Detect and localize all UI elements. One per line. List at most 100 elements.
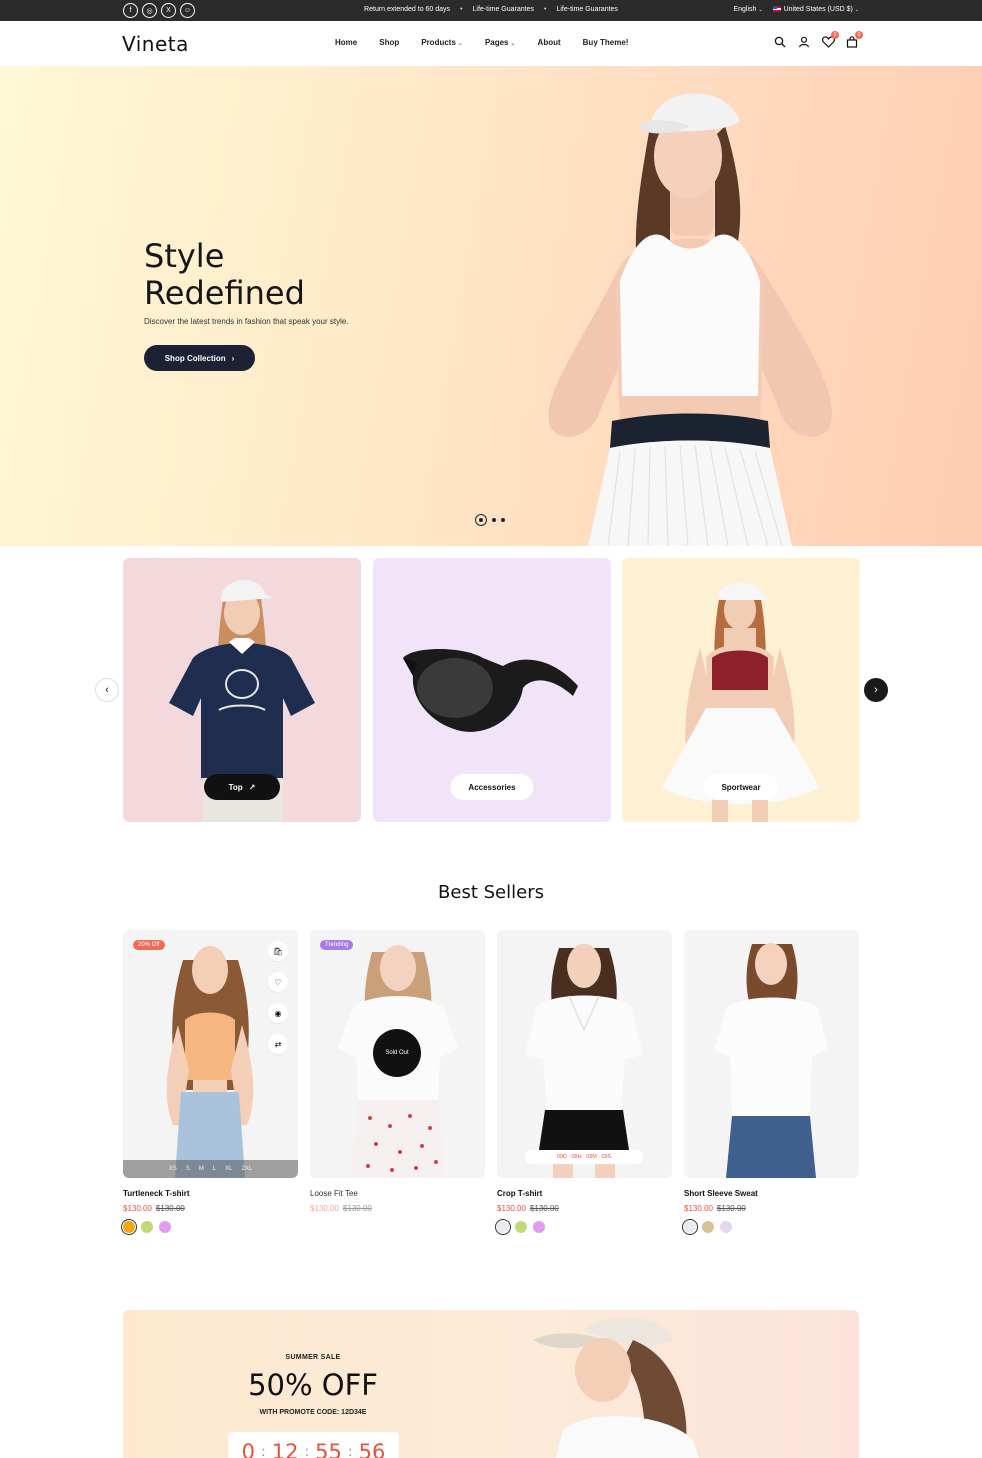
size-list: XS S M L XL 2XL <box>123 1160 298 1178</box>
announcement-text: Return extended to 60 days <box>364 6 451 13</box>
eye-icon[interactable]: ◉ <box>268 1003 288 1023</box>
chevron-right-icon: › <box>231 353 235 363</box>
sale-price: $130.00 <box>310 1204 339 1213</box>
product-image[interactable]: 20% Off 🛍 ♡ ◉ ⇄ XS S M L XL 2XL <box>123 930 298 1178</box>
product-image[interactable]: 09D : 09H : 09M : 09S <box>497 930 672 1178</box>
product-name[interactable]: Loose Fit Tee <box>310 1189 485 1198</box>
category-card-sportwear[interactable]: Sportwear <box>622 558 860 822</box>
shop-collection-button[interactable]: Shop Collection › <box>144 345 255 371</box>
size-option[interactable]: L <box>213 1166 216 1172</box>
timer-days: 0 <box>241 1440 255 1458</box>
cart-icon[interactable]: 0 <box>845 31 863 49</box>
size-option[interactable]: M <box>199 1166 204 1172</box>
category-card-accessories[interactable]: Accessories <box>373 558 611 822</box>
account-icon[interactable] <box>797 35 811 49</box>
timer-separator: : <box>304 1444 310 1458</box>
search-icon[interactable] <box>773 35 787 49</box>
quick-actions: 🛍 ♡ ◉ ⇄ <box>268 941 288 1054</box>
section-title: Best Sellers <box>438 882 544 903</box>
original-price: $130.00 <box>155 1204 185 1213</box>
nav-buy-theme[interactable]: Buy Theme! <box>583 38 629 47</box>
carousel-next-button[interactable]: › <box>864 678 888 702</box>
color-swatch-white[interactable] <box>682 1219 698 1235</box>
nav-pages[interactable]: Pages ⌄ <box>485 38 516 47</box>
product-image[interactable]: Trending Sold Out <box>310 930 485 1178</box>
size-option[interactable]: S <box>186 1166 190 1172</box>
product-card[interactable]: 09D : 09H : 09M : 09S Crop T-shirt $130.… <box>495 930 672 1235</box>
color-swatch-green[interactable] <box>141 1221 153 1233</box>
nav-label: Shop <box>379 38 400 47</box>
product-name[interactable]: Turtleneck T-shirt <box>123 1189 298 1198</box>
arrow-up-right-icon: ↗ <box>248 782 256 792</box>
size-option[interactable]: 2XL <box>242 1166 253 1172</box>
color-swatch-white[interactable] <box>495 1219 511 1235</box>
color-swatch-purple[interactable] <box>533 1221 545 1233</box>
nav-products[interactable]: Products ⌄ <box>421 38 463 47</box>
sale-price: $130.00 <box>123 1204 152 1213</box>
color-swatch-lavender[interactable] <box>720 1221 732 1233</box>
original-price: $130.00 <box>342 1204 372 1213</box>
color-swatch-orange[interactable] <box>121 1219 137 1235</box>
timer-hours: 12 <box>271 1440 299 1458</box>
color-swatch-purple[interactable] <box>159 1221 171 1233</box>
cart-count-badge: 0 <box>855 31 863 39</box>
banner-model-image <box>533 1317 699 1458</box>
promo-code-text: WITH PROMOTE CODE: 12D34E <box>259 1409 367 1416</box>
product-photo <box>525 944 643 1178</box>
language-label: English <box>733 6 757 13</box>
product-price: $130.00 $130.00 <box>310 1204 485 1213</box>
category-label: Accessories <box>468 782 516 792</box>
nav-shop[interactable]: Shop <box>379 38 399 47</box>
color-swatches <box>682 1219 859 1235</box>
nav-home[interactable]: Home <box>335 38 357 47</box>
size-option[interactable]: XL <box>225 1166 232 1172</box>
product-price: $130.00 $130.00 <box>684 1204 859 1213</box>
heart-icon[interactable]: ♡ <box>268 972 288 992</box>
compare-icon[interactable]: ⇄ <box>268 1034 288 1054</box>
category-button-accessories[interactable]: Accessories <box>450 774 534 800</box>
product-photo <box>714 943 828 1178</box>
discount-badge: 20% Off <box>133 940 165 950</box>
product-card[interactable]: Short Sleeve Sweat $130.00 $130.00 <box>682 930 859 1235</box>
slide-dot[interactable] <box>492 518 496 522</box>
size-option[interactable]: XS <box>169 1166 177 1172</box>
category-card-top[interactable]: Top ↗ <box>123 558 361 822</box>
category-button-top[interactable]: Top ↗ <box>204 774 280 800</box>
separator-dot: • <box>460 6 463 13</box>
summer-sale-banner: SUMMER SALE 50% OFF WITH PROMOTE CODE: 1… <box>123 1310 859 1458</box>
currency-select[interactable]: United States (USD $) ⌄ <box>772 6 859 13</box>
wishlist-count-badge: 0 <box>831 31 839 39</box>
chevron-down-icon: ⌄ <box>457 41 463 47</box>
language-select[interactable]: English ⌄ <box>733 6 762 13</box>
currency-label: United States (USD $) <box>783 6 853 13</box>
carousel-prev-button[interactable]: ‹ <box>95 678 119 702</box>
announcement-text: Life-time Guarantes <box>556 6 618 13</box>
announcement-text: Life-time Guarantes <box>472 6 534 13</box>
color-swatch-beige[interactable] <box>702 1221 714 1233</box>
category-button-sportwear[interactable]: Sportwear <box>703 774 779 800</box>
slide-dot[interactable] <box>501 518 505 522</box>
hero-model-image <box>548 93 832 546</box>
product-card[interactable]: 20% Off 🛍 ♡ ◉ ⇄ XS S M L XL 2XL Turtlene… <box>121 930 298 1235</box>
nav-label: About <box>537 38 561 47</box>
chevron-left-icon: ‹ <box>105 684 109 696</box>
separator-dot: • <box>544 6 547 13</box>
sale-price: $130.00 <box>497 1204 526 1213</box>
add-to-cart-icon[interactable]: 🛍 <box>268 941 288 961</box>
wishlist-icon[interactable]: 0 <box>821 31 839 49</box>
color-swatch-green[interactable] <box>515 1221 527 1233</box>
original-price: $130.00 <box>529 1204 559 1213</box>
timer-minutes: 55 <box>315 1440 342 1458</box>
color-swatches <box>121 1219 298 1235</box>
nav-about[interactable]: About <box>538 38 561 47</box>
product-image[interactable] <box>684 930 859 1178</box>
logo[interactable]: Vineta <box>122 32 189 56</box>
hero-title-line: Redefined <box>144 274 305 312</box>
slide-dot-active[interactable] <box>475 514 487 526</box>
sale-headline: 50% OFF <box>248 1368 378 1402</box>
product-card[interactable]: Trending Sold Out Loose Fit Tee $130.00 $… <box>310 930 485 1213</box>
product-name[interactable]: Crop T-shirt <box>497 1189 672 1198</box>
nav-label: Products <box>421 38 456 47</box>
product-name[interactable]: Short Sleeve Sweat <box>684 1189 859 1198</box>
timer-separator: : <box>347 1444 353 1458</box>
